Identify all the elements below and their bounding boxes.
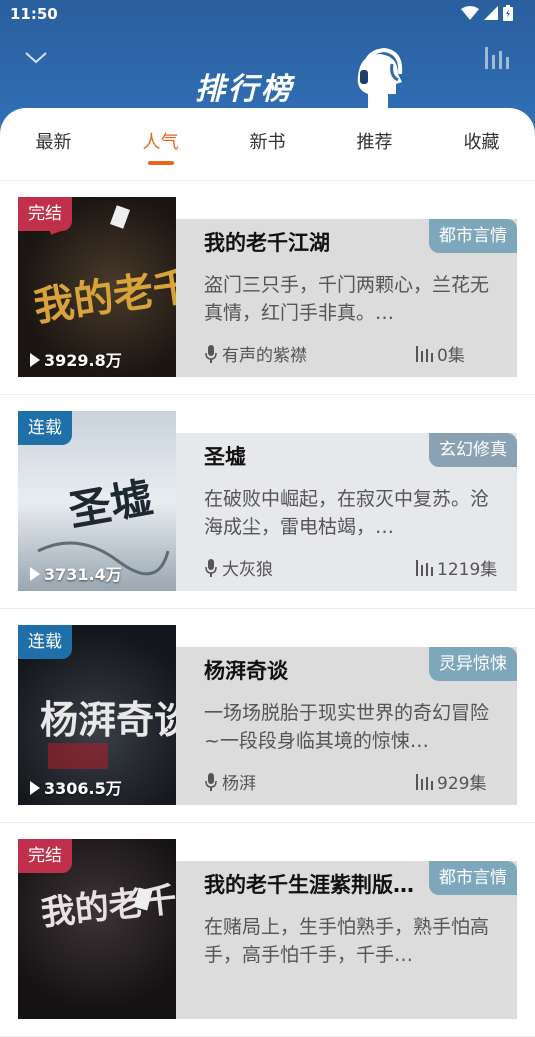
status-bar: 11:50 xyxy=(0,0,535,30)
status-badge: 完结 xyxy=(18,197,72,231)
cover-title: 杨湃奇谈 xyxy=(40,697,176,742)
book-cover[interactable]: 圣墟 连载 3731.4万 xyxy=(18,411,176,591)
book-item[interactable]: 我的老千生涯 完结 都市言情 我的老千生涯紫荆版… 在赌局上，生手怕熟手，熟手怕… xyxy=(0,823,535,1037)
category-badge: 灵异惊悚 xyxy=(429,647,517,681)
book-item[interactable]: 杨湃奇谈 连载 3306.5万 灵异惊悚 杨湃奇谈 一场场脱胎于现实世界的奇幻冒… xyxy=(0,609,535,823)
episodes-icon xyxy=(416,559,433,576)
play-icon xyxy=(30,353,40,367)
status-badge: 连载 xyxy=(18,625,72,659)
status-time: 11:50 xyxy=(10,5,58,23)
play-icon xyxy=(30,781,40,795)
narrator: 杨湃 xyxy=(204,769,256,794)
narrator: 有声的紫襟 xyxy=(204,341,307,366)
mic-icon xyxy=(205,772,217,791)
book-title: 杨湃奇谈 xyxy=(204,659,288,683)
tab-popular[interactable]: 人气 xyxy=(107,108,214,180)
book-cover[interactable]: 杨湃奇谈 连载 3306.5万 xyxy=(18,625,176,805)
book-info-panel[interactable]: 都市言情 我的老千生涯紫荆版… 在赌局上，生手怕熟手，熟手怕高手，高手怕千手，千… xyxy=(176,861,517,1019)
battery-icon xyxy=(503,5,513,21)
episode-count: 0集 xyxy=(416,341,465,366)
wifi-icon xyxy=(461,6,479,20)
book-description: 在破败中崛起，在寂灭中复苏。沧海成尘，雷电枯竭，… xyxy=(204,488,489,538)
category-badge: 玄幻修真 xyxy=(429,433,517,467)
page-title: 排行榜 xyxy=(195,72,294,107)
book-list: 我的老千江湖 完结 3929.8万 都市言情 我的老千江湖 盗门三只手，千门两颗… xyxy=(0,181,535,1037)
episode-count: 1219集 xyxy=(416,555,497,580)
play-count: 3731.4万 xyxy=(30,561,122,585)
play-count: 3929.8万 xyxy=(30,347,122,371)
book-title: 我的老千生涯紫荆版… xyxy=(204,873,414,897)
book-info-panel[interactable]: 灵异惊悚 杨湃奇谈 一场场脱胎于现实世界的奇幻冒险~一段段身临其境的惊悚… 杨湃… xyxy=(176,647,517,805)
episodes-icon xyxy=(416,345,433,362)
mic-icon xyxy=(205,344,217,363)
cover-title: 我的老千江湖 xyxy=(31,251,176,331)
episodes-icon xyxy=(416,773,433,790)
tab-recommended[interactable]: 推荐 xyxy=(321,108,428,180)
book-description: 在赌局上，生手怕熟手，熟手怕高手，高手怕千手，千手… xyxy=(204,916,489,966)
book-title: 圣墟 xyxy=(204,445,246,469)
category-badge: 都市言情 xyxy=(429,861,517,895)
mic-icon xyxy=(205,558,217,577)
cover-title: 圣墟 xyxy=(65,473,156,536)
signal-icon xyxy=(484,6,498,20)
play-icon xyxy=(30,567,40,581)
status-badge: 完结 xyxy=(18,839,72,873)
book-description: 盗门三只手，千门两颗心，兰花无真情，红门手非真。… xyxy=(204,274,489,324)
book-item[interactable]: 圣墟 连载 3731.4万 玄幻修真 圣墟 在破败中崛起，在寂灭中复苏。沧海成尘… xyxy=(0,395,535,609)
episode-count: 929集 xyxy=(416,769,486,794)
status-badge: 连载 xyxy=(18,411,72,445)
bar-chart-icon[interactable] xyxy=(485,45,513,69)
tab-bar: 最新 人气 新书 推荐 收藏 xyxy=(0,108,535,180)
category-badge: 都市言情 xyxy=(429,219,517,253)
book-cover[interactable]: 我的老千江湖 完结 3929.8万 xyxy=(18,197,176,377)
chevron-down-icon[interactable] xyxy=(24,48,48,66)
tab-new-books[interactable]: 新书 xyxy=(214,108,321,180)
book-title: 我的老千江湖 xyxy=(204,231,330,255)
narrator: 大灰狼 xyxy=(204,555,273,580)
tab-latest[interactable]: 最新 xyxy=(0,108,107,180)
book-description: 一场场脱胎于现实世界的奇幻冒险~一段段身临其境的惊悚… xyxy=(204,702,489,752)
tab-favorites[interactable]: 收藏 xyxy=(428,108,535,180)
play-count: 3306.5万 xyxy=(30,775,122,799)
book-item[interactable]: 我的老千江湖 完结 3929.8万 都市言情 我的老千江湖 盗门三只手，千门两颗… xyxy=(0,181,535,395)
headset-icon xyxy=(357,47,403,108)
book-cover[interactable]: 我的老千生涯 完结 xyxy=(18,839,176,1019)
book-info-panel[interactable]: 玄幻修真 圣墟 在破败中崛起，在寂灭中复苏。沧海成尘，雷电枯竭，… 大灰狼 12… xyxy=(176,433,517,591)
book-info-panel[interactable]: 都市言情 我的老千江湖 盗门三只手，千门两颗心，兰花无真情，红门手非真。… 有声… xyxy=(176,219,517,377)
cover-title: 我的老千生涯 xyxy=(39,873,176,934)
